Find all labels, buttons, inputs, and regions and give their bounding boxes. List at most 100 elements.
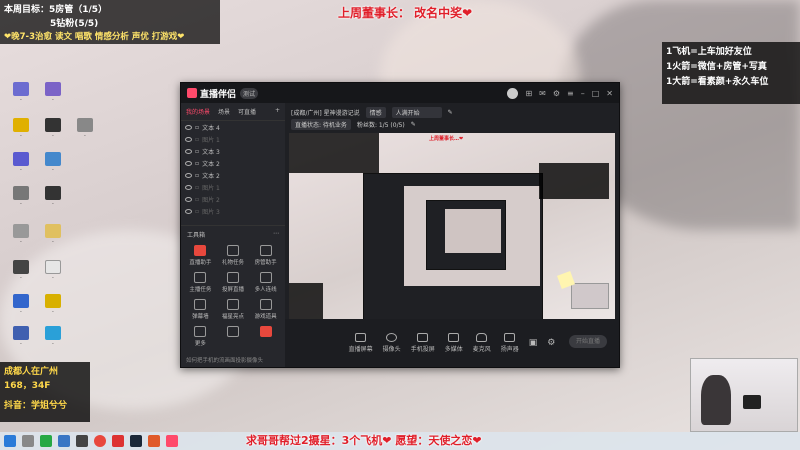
source-item[interactable]: ▫ 图片 3 <box>181 205 285 217</box>
scene-panel: 我的场景 场景 可直播 + ▫ 文本 4 ▫ 图片 1 ▫ 文本 3 ▫ 文本 2 ▫ 文… <box>181 103 285 367</box>
lock-icon[interactable]: ▫ <box>195 124 199 131</box>
tab-live[interactable]: 可直播 <box>238 107 256 116</box>
source-item[interactable]: ▫ 图片 1 <box>181 133 285 145</box>
lock-icon[interactable]: ▫ <box>195 184 199 191</box>
minimize-icon[interactable]: – <box>581 89 585 98</box>
room-input[interactable]: 人满开始 <box>391 106 442 118</box>
desktop-icon[interactable]: · <box>4 186 38 208</box>
tool-item[interactable]: 房管助手 <box>250 245 281 266</box>
tool-item[interactable]: 更多 <box>185 326 216 347</box>
start-icon[interactable] <box>4 435 16 447</box>
desktop-icon[interactable]: · <box>36 152 70 174</box>
camera-source-button[interactable]: 摄像头 <box>383 333 401 353</box>
desktop-icon[interactable]: · <box>36 326 70 348</box>
source-item[interactable]: ▫ 文本 2 <box>181 169 285 181</box>
lock-icon[interactable]: ▫ <box>195 172 199 179</box>
edit-icon[interactable]: ✎ <box>448 109 453 116</box>
screen-source-button[interactable]: 直播屏幕 <box>349 333 373 353</box>
desktop-icon[interactable]: · <box>4 82 38 104</box>
phone-cast-button[interactable]: 手机投屏 <box>411 333 435 353</box>
tool-item[interactable]: 弹幕墙 <box>185 299 216 320</box>
streamer-info-panel: 成都人在广州 168，34F 抖音：学姐兮兮 <box>0 362 90 422</box>
search-icon[interactable] <box>22 435 34 447</box>
desktop-icon[interactable]: · <box>36 294 70 316</box>
speaker-button[interactable]: 扬声器 <box>501 333 519 353</box>
app-icon[interactable] <box>40 435 52 447</box>
source-item[interactable]: ▫ 图片 2 <box>181 193 285 205</box>
tool-item[interactable]: 福星亮点 <box>218 299 249 320</box>
app-icon[interactable] <box>58 435 70 447</box>
record-icon[interactable]: ▣ <box>529 338 538 348</box>
desktop-icon[interactable]: · <box>36 82 70 104</box>
media-source-button[interactable]: 多媒体 <box>445 333 463 353</box>
tab-my-scene[interactable]: 我的场景 <box>186 107 210 116</box>
settings-icon[interactable]: ⚙ <box>553 89 560 98</box>
tool-item[interactable]: 主播任务 <box>185 272 216 293</box>
lock-icon[interactable]: ▫ <box>195 136 199 143</box>
eye-icon[interactable] <box>185 196 192 202</box>
menu-icon[interactable]: ≡ <box>567 89 574 98</box>
gift-rule-line: 1飞机=上车加好友位 <box>666 47 752 57</box>
tool-item[interactable]: 直播助手 <box>185 245 216 266</box>
source-label: 文本 3 <box>202 148 220 156</box>
edit-icon[interactable]: ✎ <box>411 121 416 128</box>
desktop-icon[interactable]: · <box>4 294 38 316</box>
eye-icon[interactable] <box>185 136 192 142</box>
source-label: 图片 2 <box>202 196 220 204</box>
desktop-icon[interactable]: · <box>4 326 38 348</box>
title-bar: 直播伴侣 测试 ⊞ ✉ ⚙ ≡ – □ ✕ <box>181 83 619 103</box>
lock-icon[interactable]: ▫ <box>195 196 199 203</box>
tool-item[interactable]: 多人连线 <box>250 272 281 293</box>
cast-tip-link[interactable]: 如何把手机的流画面投影摄像头 <box>186 356 263 364</box>
add-icon[interactable]: + <box>275 107 280 116</box>
app-icon[interactable] <box>112 435 124 447</box>
source-label: 图片 1 <box>202 136 220 144</box>
tool-item[interactable] <box>218 326 249 347</box>
mail-icon[interactable]: ✉ <box>539 89 546 98</box>
app-icon[interactable] <box>76 435 88 447</box>
gift-icon[interactable]: ⊞ <box>525 89 532 98</box>
desktop-icon[interactable]: · <box>36 186 70 208</box>
chrome-icon[interactable] <box>94 435 106 447</box>
desktop-icon[interactable]: · <box>4 260 38 282</box>
desktop-icon[interactable]: · <box>68 118 102 140</box>
more-icon[interactable]: ⋯ <box>273 230 279 239</box>
eye-icon[interactable] <box>185 148 192 154</box>
desktop-icon[interactable]: · <box>36 260 70 282</box>
desktop-icon[interactable]: · <box>36 118 70 140</box>
eye-icon[interactable] <box>185 208 192 214</box>
tab-scene[interactable]: 场景 <box>218 107 230 116</box>
lock-icon[interactable]: ▫ <box>195 148 199 155</box>
desktop-icon[interactable]: · <box>36 224 70 246</box>
source-item[interactable]: ▫ 文本 4 <box>181 121 285 133</box>
steam-icon[interactable] <box>130 435 142 447</box>
lock-icon[interactable]: ▫ <box>195 208 199 215</box>
eye-icon[interactable] <box>185 160 192 166</box>
live-companion-taskbar-icon[interactable] <box>166 435 178 447</box>
eye-icon[interactable] <box>185 172 192 178</box>
tool-item[interactable]: 礼物任务 <box>218 245 249 266</box>
live-status: 直播状态: 待机业务 <box>291 118 351 130</box>
source-item[interactable]: ▫ 文本 3 <box>181 145 285 157</box>
tool-item[interactable]: 投屏直播 <box>218 272 249 293</box>
tool-item[interactable]: 游戏道具 <box>250 299 281 320</box>
user-avatar[interactable] <box>507 87 519 99</box>
category-pill[interactable]: 情感 <box>365 106 386 118</box>
close-icon[interactable]: ✕ <box>606 89 613 98</box>
source-item[interactable]: ▫ 文本 2 <box>181 157 285 169</box>
source-item[interactable]: ▫ 图片 1 <box>181 181 285 193</box>
microphone-button[interactable]: 麦克风 <box>473 333 491 353</box>
maximize-icon[interactable]: □ <box>592 89 600 98</box>
eye-icon[interactable] <box>185 124 192 130</box>
desktop-icon[interactable]: · <box>4 224 38 246</box>
desktop-icon[interactable]: · <box>4 118 38 140</box>
tool-item[interactable] <box>250 326 281 347</box>
settings-icon[interactable]: ⚙ <box>547 338 555 348</box>
gift-task-icon <box>226 245 239 256</box>
app-icon[interactable] <box>148 435 160 447</box>
eye-icon[interactable] <box>185 184 192 190</box>
start-live-button[interactable]: 开始直播 <box>569 335 607 348</box>
desktop-icon[interactable]: · <box>4 152 38 174</box>
lock-icon[interactable]: ▫ <box>195 160 199 167</box>
shield-icon <box>226 299 239 310</box>
